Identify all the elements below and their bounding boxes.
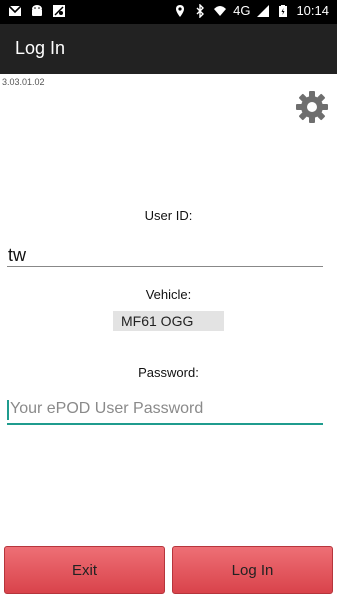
status-bar-left	[8, 4, 66, 18]
wifi-icon	[214, 6, 227, 16]
vehicle-label: Vehicle:	[145, 287, 192, 302]
signal-icon	[257, 5, 270, 17]
password-placeholder: Your ePOD User Password	[10, 400, 204, 417]
gear-icon[interactable]	[295, 90, 329, 124]
version-label: 3.03.01.02	[2, 77, 45, 87]
user-id-value: tw	[8, 245, 26, 265]
map-icon	[53, 5, 65, 17]
clock: 10:14	[296, 3, 329, 18]
vehicle-value: MF61 OGG	[121, 313, 194, 329]
user-id-input[interactable]: tw	[7, 241, 323, 267]
password-input[interactable]: Your ePOD User Password	[7, 397, 323, 425]
bluetooth-icon	[196, 4, 205, 18]
app-bar: Log In	[0, 24, 337, 74]
battery-icon	[279, 5, 288, 17]
location-icon	[176, 5, 185, 17]
network-type: 4G	[233, 3, 251, 18]
exit-button[interactable]: Exit	[4, 546, 165, 594]
password-label: Password:	[138, 365, 199, 380]
login-button[interactable]: Log In	[172, 546, 333, 594]
text-cursor	[7, 400, 9, 420]
user-id-label: User ID:	[144, 208, 193, 223]
status-bar-right: 4G 10:14	[173, 3, 329, 19]
android-icon	[32, 5, 42, 16]
page-title: Log In	[15, 38, 66, 58]
status-bar: 4G 10:14	[0, 0, 337, 24]
vehicle-field: MF61 OGG	[113, 311, 224, 331]
gmail-icon	[8, 5, 22, 16]
